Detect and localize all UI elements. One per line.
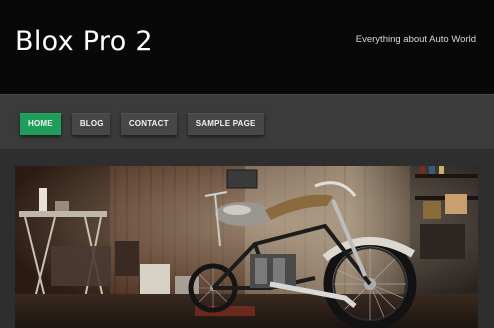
nav-menu: HOME BLOG CONTACT SAMPLE PAGE <box>20 113 264 135</box>
site-title[interactable]: Blox Pro 2 <box>15 26 153 57</box>
site-header: Blox Pro 2 Everything about Auto World <box>0 0 494 94</box>
nav-item-home[interactable]: HOME <box>20 113 61 135</box>
featured-image[interactable] <box>15 166 478 328</box>
nav-item-blog[interactable]: BLOG <box>71 113 110 135</box>
nav-item-sample-page[interactable]: SAMPLE PAGE <box>187 113 264 135</box>
site-tagline: Everything about Auto World <box>355 34 476 45</box>
main-navigation: HOME BLOG CONTACT SAMPLE PAGE <box>0 94 494 150</box>
nav-item-contact[interactable]: CONTACT <box>120 113 177 135</box>
motorcycle-garage-photo <box>15 166 478 328</box>
